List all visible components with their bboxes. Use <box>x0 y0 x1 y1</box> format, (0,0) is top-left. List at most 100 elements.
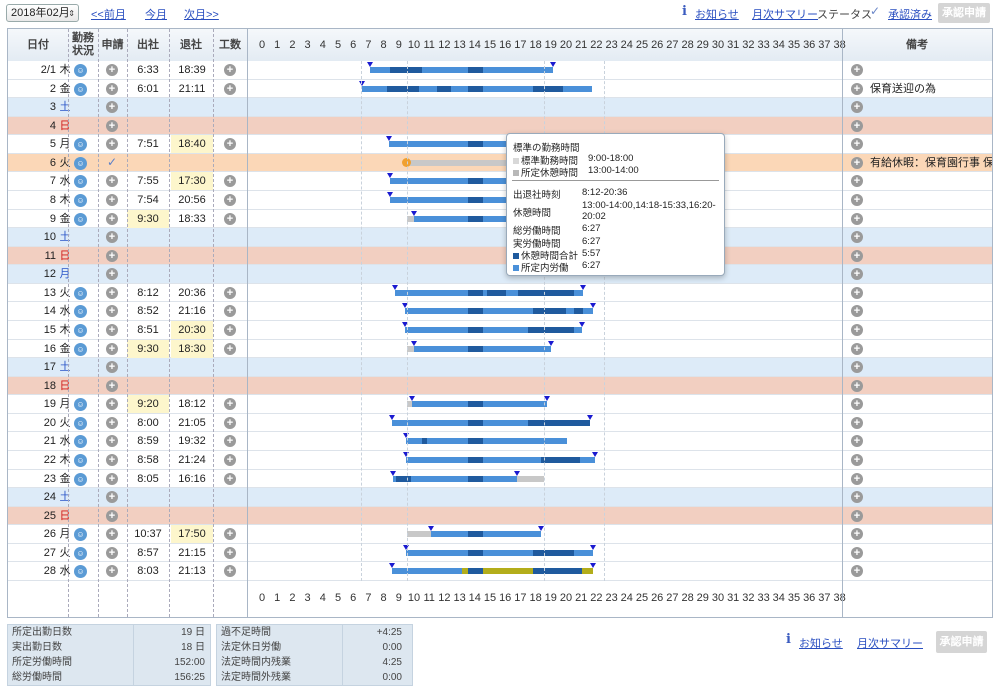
request-plus-icon[interactable]: + <box>106 175 118 188</box>
man-hours-plus-icon[interactable]: + <box>224 212 236 225</box>
status-approved-link[interactable]: 承認済み <box>888 6 932 22</box>
remarks-plus-icon[interactable]: + <box>851 305 863 318</box>
remarks-plus-icon[interactable]: + <box>851 249 863 262</box>
remarks-plus-icon[interactable]: + <box>851 565 863 578</box>
approve-request-button-bottom[interactable]: 承認申請 <box>936 631 987 653</box>
request-plus-icon[interactable]: + <box>106 565 118 578</box>
smile-face-icon[interactable]: ☺ <box>74 416 87 430</box>
remarks-plus-icon[interactable]: + <box>851 472 863 485</box>
checkmark-icon[interactable]: ✓ <box>107 155 117 169</box>
man-hours-plus-icon[interactable]: + <box>224 416 236 429</box>
remarks-plus-icon[interactable]: + <box>851 491 863 504</box>
notice-link[interactable]: お知らせ <box>695 6 739 22</box>
smile-face-icon[interactable]: ☺ <box>74 212 87 226</box>
monthly-summary-link-bottom[interactable]: 月次サマリー <box>857 635 923 651</box>
remarks-plus-icon[interactable]: + <box>851 212 863 225</box>
smile-face-icon[interactable]: ☺ <box>74 305 87 319</box>
smile-face-icon[interactable]: ☺ <box>74 472 87 486</box>
smile-face-icon[interactable]: ☺ <box>74 342 87 356</box>
man-hours-plus-icon[interactable]: + <box>224 565 236 578</box>
man-hours-plus-icon[interactable]: + <box>224 342 236 355</box>
notice-link-bottom[interactable]: お知らせ <box>799 635 843 651</box>
smile-face-icon[interactable]: ☺ <box>74 565 87 579</box>
remarks-plus-icon[interactable]: + <box>851 546 863 559</box>
man-hours-plus-icon[interactable]: + <box>224 286 236 299</box>
request-plus-icon[interactable]: + <box>106 379 118 392</box>
man-hours-plus-icon[interactable]: + <box>224 528 236 541</box>
request-plus-icon[interactable]: + <box>106 361 118 374</box>
man-hours-plus-icon[interactable]: + <box>224 546 236 559</box>
smile-face-icon[interactable]: ☺ <box>74 156 87 170</box>
request-plus-icon[interactable]: + <box>106 64 118 76</box>
man-hours-plus-icon[interactable]: + <box>224 305 236 318</box>
request-plus-icon[interactable]: + <box>106 119 118 132</box>
remarks-plus-icon[interactable]: + <box>851 138 863 151</box>
remarks-plus-icon[interactable]: + <box>851 175 863 188</box>
request-plus-icon[interactable]: + <box>106 82 118 95</box>
smile-face-icon[interactable]: ☺ <box>74 82 87 96</box>
remarks-plus-icon[interactable]: + <box>851 509 863 522</box>
request-plus-icon[interactable]: + <box>106 286 118 299</box>
remarks-plus-icon[interactable]: + <box>851 435 863 448</box>
remarks-plus-icon[interactable]: + <box>851 64 863 76</box>
smile-face-icon[interactable]: ☺ <box>74 435 87 449</box>
remarks-plus-icon[interactable]: + <box>851 361 863 374</box>
request-plus-icon[interactable]: + <box>106 212 118 225</box>
request-plus-icon[interactable]: + <box>106 453 118 466</box>
remarks-plus-icon[interactable]: + <box>851 82 863 95</box>
smile-face-icon[interactable]: ☺ <box>74 323 87 337</box>
man-hours-plus-icon[interactable]: + <box>224 323 236 336</box>
request-plus-icon[interactable]: + <box>106 231 118 244</box>
remarks-plus-icon[interactable]: + <box>851 286 863 299</box>
request-plus-icon[interactable]: + <box>106 435 118 448</box>
man-hours-plus-icon[interactable]: + <box>224 82 236 95</box>
remarks-plus-icon[interactable]: + <box>851 101 863 114</box>
man-hours-plus-icon[interactable]: + <box>224 138 236 151</box>
remarks-plus-icon[interactable]: + <box>851 231 863 244</box>
request-plus-icon[interactable]: + <box>106 323 118 336</box>
remarks-plus-icon[interactable]: + <box>851 398 863 411</box>
request-plus-icon[interactable]: + <box>106 249 118 262</box>
remarks-plus-icon[interactable]: + <box>851 342 863 355</box>
request-plus-icon[interactable]: + <box>106 472 118 485</box>
remarks-plus-icon[interactable]: + <box>851 453 863 466</box>
request-plus-icon[interactable]: + <box>106 546 118 559</box>
request-plus-icon[interactable]: + <box>106 398 118 411</box>
request-plus-icon[interactable]: + <box>106 491 118 504</box>
this-month-link[interactable]: 今月 <box>145 6 167 22</box>
request-plus-icon[interactable]: + <box>106 528 118 541</box>
smile-face-icon[interactable]: ☺ <box>74 398 87 412</box>
request-plus-icon[interactable]: + <box>106 342 118 355</box>
smile-face-icon[interactable]: ☺ <box>74 138 87 152</box>
smile-face-icon[interactable]: ☺ <box>74 546 87 560</box>
request-plus-icon[interactable]: + <box>106 193 118 206</box>
remarks-plus-icon[interactable]: + <box>851 379 863 392</box>
remarks-plus-icon[interactable]: + <box>851 119 863 132</box>
remarks-plus-icon[interactable]: + <box>851 323 863 336</box>
month-select[interactable]: 2018年02月 ⇕ <box>6 4 79 22</box>
smile-face-icon[interactable]: ☺ <box>74 193 87 207</box>
remarks-plus-icon[interactable]: + <box>851 416 863 429</box>
remarks-plus-icon[interactable]: + <box>851 156 863 169</box>
next-month-link[interactable]: 次月>> <box>184 6 219 22</box>
request-plus-icon[interactable]: + <box>106 416 118 429</box>
remarks-plus-icon[interactable]: + <box>851 528 863 541</box>
man-hours-plus-icon[interactable]: + <box>224 175 236 188</box>
smile-face-icon[interactable]: ☺ <box>74 453 87 467</box>
remarks-plus-icon[interactable]: + <box>851 193 863 206</box>
man-hours-plus-icon[interactable]: + <box>224 453 236 466</box>
request-plus-icon[interactable]: + <box>106 101 118 114</box>
request-plus-icon[interactable]: + <box>106 509 118 522</box>
man-hours-plus-icon[interactable]: + <box>224 193 236 206</box>
approve-request-button[interactable]: 承認申請 <box>938 3 990 23</box>
smile-face-icon[interactable]: ☺ <box>74 175 87 189</box>
monthly-summary-link[interactable]: 月次サマリー <box>752 6 818 22</box>
prev-month-link[interactable]: <<前月 <box>91 6 126 22</box>
smile-face-icon[interactable]: ☺ <box>74 528 87 542</box>
smile-face-icon[interactable]: ☺ <box>74 64 87 77</box>
request-plus-icon[interactable]: + <box>106 268 118 281</box>
request-plus-icon[interactable]: + <box>106 138 118 151</box>
request-plus-icon[interactable]: + <box>106 305 118 318</box>
man-hours-plus-icon[interactable]: + <box>224 435 236 448</box>
smile-face-icon[interactable]: ☺ <box>74 286 87 300</box>
